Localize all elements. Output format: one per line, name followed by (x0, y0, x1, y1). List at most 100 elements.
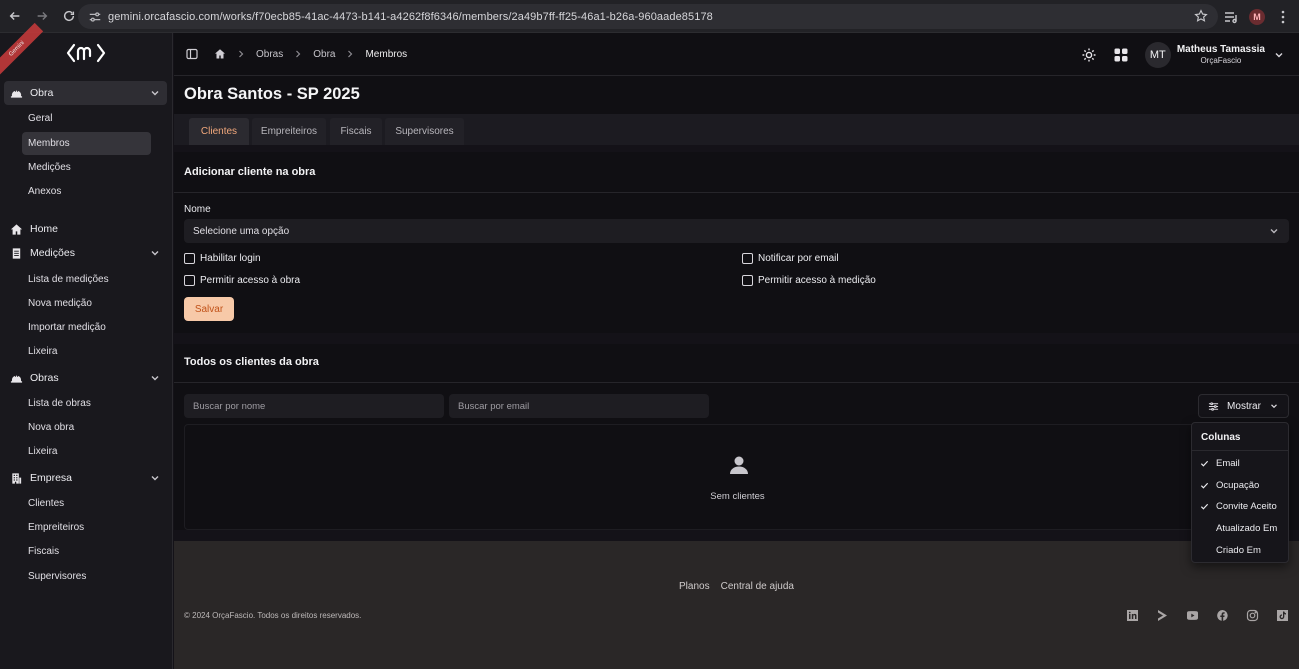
column-option-convite-aceito[interactable]: Convite Aceito (1192, 496, 1288, 516)
checkbox[interactable] (742, 253, 753, 264)
sidebar-item-anexos[interactable]: Anexos (22, 180, 151, 203)
checkbox[interactable] (184, 275, 195, 286)
clients-list-card: Todos os clientes da obra Buscar por nom… (174, 344, 1299, 530)
user-avatar[interactable]: MT (1144, 41, 1171, 68)
chevron-down-icon (149, 472, 161, 484)
checkbox-notificar-email[interactable]: Notificar por email (742, 253, 839, 264)
breadcrumb-obras[interactable]: Obras (256, 49, 283, 60)
sliders-icon (1208, 401, 1219, 412)
facebook-icon[interactable] (1216, 609, 1229, 622)
chevron-down-icon (149, 247, 161, 259)
sidebar-item-fiscais[interactable]: Fiscais (22, 540, 151, 563)
user-org: OrçaFascio (1200, 56, 1242, 65)
user-menu[interactable]: Matheus Tamassia OrçaFascio (1177, 44, 1265, 65)
column-option-atualizado-em[interactable]: Atualizado Em (1192, 518, 1288, 538)
breadcrumb-membros: Membros (365, 48, 408, 60)
name-label: Nome (184, 204, 211, 215)
checkbox-label: Notificar por email (758, 253, 839, 264)
sidebar-item-importar-medicao[interactable]: Importar medição (22, 316, 151, 339)
sidebar-toggle-icon[interactable] (186, 48, 198, 60)
sidebar-item-lista-medicoes[interactable]: Lista de medições (22, 268, 151, 291)
sidebar-item-geral[interactable]: Geral (22, 107, 151, 130)
logo[interactable]: Gemini (0, 22, 172, 76)
sidebar-item-supervisores[interactable]: Supervisores (22, 565, 151, 588)
page-title: Obra Santos - SP 2025 (184, 85, 360, 103)
check-icon (1192, 475, 1216, 495)
youtube-icon[interactable] (1186, 609, 1199, 622)
home-icon[interactable] (214, 48, 226, 60)
profile-avatar[interactable]: M (1249, 8, 1265, 25)
search-email-input[interactable]: Buscar por email (449, 394, 709, 418)
checkbox-acesso-medicao[interactable]: Permitir acesso à medição (742, 275, 876, 286)
site-settings-icon[interactable] (88, 10, 102, 24)
check-icon (1192, 496, 1216, 516)
client-select[interactable]: Selecione uma opção (184, 219, 1289, 243)
sidebar-section-label: Obra (30, 87, 54, 99)
save-button[interactable]: Salvar (184, 297, 234, 321)
bookmark-star-icon[interactable] (1194, 9, 1208, 23)
divider (174, 192, 1299, 193)
hardhat-icon (10, 87, 23, 100)
columns-dropdown-title: Colunas (1201, 432, 1241, 443)
tiktok-icon[interactable] (1276, 609, 1289, 622)
tab-supervisores[interactable]: Supervisores (385, 118, 464, 145)
sidebar: Gemini Obra Geral Membros Medições Anexo… (0, 22, 173, 669)
sidebar-item-empreiteiros[interactable]: Empreiteiros (22, 516, 151, 539)
sidebar-item-clientes[interactable]: Clientes (22, 492, 151, 515)
sidebar-section-obras[interactable]: Obras (4, 366, 167, 390)
sidebar-section-label: Empresa (30, 472, 73, 484)
breadcrumb-obra[interactable]: Obra (313, 49, 335, 60)
chevron-down-icon (1268, 225, 1280, 237)
browser-toolbar: gemini.orcafascio.com/works/f70ecb85-41a… (0, 0, 1299, 33)
client-select-value: Selecione uma opção (193, 225, 290, 237)
checkbox-label: Permitir acesso à medição (758, 275, 876, 286)
media-controls-icon[interactable] (1223, 9, 1239, 25)
add-client-title: Adicionar cliente na obra (184, 166, 316, 178)
breadcrumb: Obras Obra Membros (186, 48, 407, 60)
sidebar-item-medicoes[interactable]: Medições (22, 156, 151, 179)
sidebar-item-lista-obras[interactable]: Lista de obras (22, 392, 151, 415)
sidebar-section-label: Obras (30, 372, 59, 384)
apps-grid-icon[interactable] (1113, 47, 1129, 63)
checkbox-acesso-obra[interactable]: Permitir acesso à obra (184, 275, 300, 286)
sidebar-item-nova-medicao[interactable]: Nova medição (22, 292, 151, 315)
column-option-criado-em[interactable]: Criado Em (1192, 540, 1288, 560)
sidebar-section-label: Medições (30, 247, 75, 259)
sidebar-section-empresa[interactable]: Empresa (4, 466, 167, 490)
checkbox[interactable] (742, 275, 753, 286)
footer-link-planos[interactable]: Planos (679, 581, 710, 592)
footer-link-central-ajuda[interactable]: Central de ajuda (721, 581, 794, 592)
instagram-icon[interactable] (1246, 609, 1259, 622)
url-text: gemini.orcafascio.com/works/f70ecb85-41a… (108, 10, 713, 23)
sidebar-section-obra[interactable]: Obra (4, 81, 167, 105)
sidebar-section-home[interactable]: Home (4, 217, 167, 241)
chevron-down-icon[interactable] (1273, 49, 1285, 61)
sidebar-item-membros[interactable]: Membros (22, 132, 151, 155)
play-icon[interactable] (1156, 609, 1169, 622)
sidebar-section-medicoes[interactable]: Medições (4, 241, 167, 265)
checkbox-habilitar-login[interactable]: Habilitar login (184, 253, 261, 264)
more-options-icon[interactable] (1275, 9, 1291, 25)
chevron-right-icon (236, 49, 246, 59)
column-option-email[interactable]: Email (1192, 453, 1288, 473)
theme-toggle-sun-icon[interactable] (1081, 47, 1097, 63)
column-option-ocupacao[interactable]: Ocupação (1192, 475, 1288, 495)
address-bar[interactable]: gemini.orcafascio.com/works/f70ecb85-41a… (78, 4, 1218, 29)
tab-fiscais[interactable]: Fiscais (330, 118, 382, 145)
search-name-input[interactable]: Buscar por nome (184, 394, 444, 418)
tab-empreiteiros[interactable]: Empreiteiros (252, 118, 326, 145)
topbar: Obras Obra Membros MT Matheus Tamassia O… (174, 33, 1299, 76)
columns-dropdown: Colunas Email Ocupação Convite Aceito At… (1191, 422, 1289, 563)
sidebar-item-lixeira-obras[interactable]: Lixeira (22, 440, 151, 463)
checkbox[interactable] (184, 253, 195, 264)
copyright: © 2024 OrçaFascio. Todos os direitos res… (184, 611, 362, 620)
back-icon[interactable] (3, 4, 27, 28)
tab-clientes[interactable]: Clientes (189, 118, 249, 145)
orcafascio-logo-icon (66, 43, 106, 63)
show-columns-button[interactable]: Mostrar (1198, 394, 1289, 418)
linkedin-icon[interactable] (1126, 609, 1139, 622)
sidebar-item-lixeira-medicoes[interactable]: Lixeira (22, 340, 151, 363)
sidebar-item-nova-obra[interactable]: Nova obra (22, 416, 151, 439)
user-icon (727, 453, 751, 477)
tabs: Clientes Empreiteiros Fiscais Supervisor… (174, 114, 1299, 145)
